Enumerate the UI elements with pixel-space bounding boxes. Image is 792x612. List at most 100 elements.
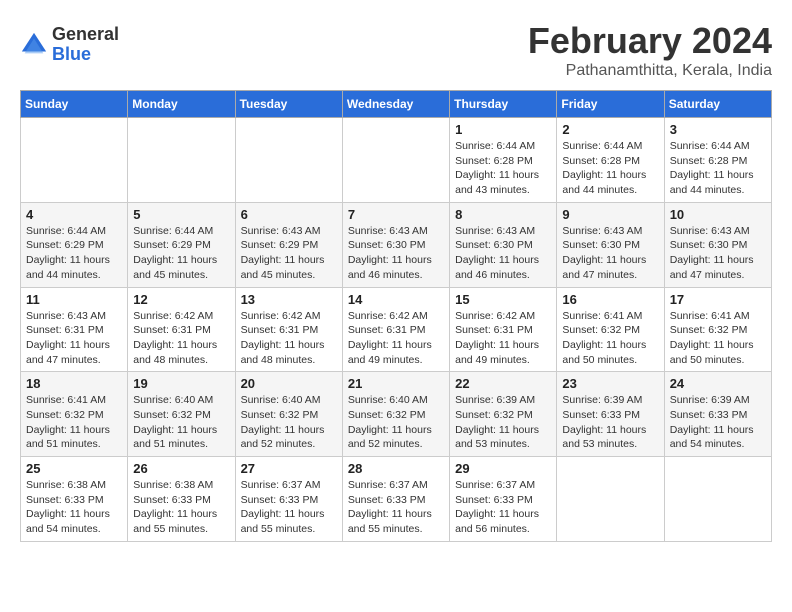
logo-icon — [20, 31, 48, 59]
day-info: Sunrise: 6:40 AMSunset: 6:32 PMDaylight:… — [348, 393, 444, 452]
day-number: 8 — [455, 207, 551, 222]
day-info: Sunrise: 6:41 AMSunset: 6:32 PMDaylight:… — [562, 309, 658, 368]
weekday-header-row: SundayMondayTuesdayWednesdayThursdayFrid… — [21, 91, 772, 118]
day-number: 9 — [562, 207, 658, 222]
page-header: General Blue February 2024 Pathanamthitt… — [20, 20, 772, 80]
day-number: 12 — [133, 292, 229, 307]
calendar-cell: 9Sunrise: 6:43 AMSunset: 6:30 PMDaylight… — [557, 202, 664, 287]
calendar-cell: 2Sunrise: 6:44 AMSunset: 6:28 PMDaylight… — [557, 118, 664, 203]
day-number: 2 — [562, 122, 658, 137]
day-number: 26 — [133, 461, 229, 476]
day-info: Sunrise: 6:42 AMSunset: 6:31 PMDaylight:… — [348, 309, 444, 368]
calendar-cell: 21 Sunrise: 6:40 AMSunset: 6:32 PMDayligh… — [342, 372, 449, 457]
day-number: 14 — [348, 292, 444, 307]
calendar-cell: 4 Sunrise: 6:44 AMSunset: 6:29 PMDaylight… — [21, 202, 128, 287]
day-info: Sunrise: 6:44 AMSunset: 6:29 PMDaylight:… — [26, 224, 122, 283]
logo-general: General — [52, 25, 119, 45]
calendar-cell — [235, 118, 342, 203]
calendar-cell: 6 Sunrise: 6:43 AMSunset: 6:29 PMDaylight… — [235, 202, 342, 287]
calendar-cell: 14 Sunrise: 6:42 AMSunset: 6:31 PMDayligh… — [342, 287, 449, 372]
calendar-cell: 25 Sunrise: 6:38 AMSunset: 6:33 PMDayligh… — [21, 457, 128, 542]
weekday-header-wednesday: Wednesday — [342, 91, 449, 118]
weekday-header-thursday: Thursday — [450, 91, 557, 118]
logo: General Blue — [20, 25, 119, 65]
day-number: 10 — [670, 207, 766, 222]
day-info: Sunrise: 6:43 AMSunset: 6:30 PMDaylight:… — [455, 224, 551, 283]
weekday-header-sunday: Sunday — [21, 91, 128, 118]
day-number: 11 — [26, 292, 122, 307]
calendar-cell: 23Sunrise: 6:39 AMSunset: 6:33 PMDayligh… — [557, 372, 664, 457]
day-info: Sunrise: 6:37 AMSunset: 6:33 PMDaylight:… — [241, 478, 337, 537]
day-number: 4 — [26, 207, 122, 222]
calendar-cell — [21, 118, 128, 203]
day-info: Sunrise: 6:41 AMSunset: 6:32 PMDaylight:… — [26, 393, 122, 452]
location: Pathanamthitta, Kerala, India — [528, 62, 772, 80]
calendar-cell: 17 Sunrise: 6:41 AMSunset: 6:32 PMDayligh… — [664, 287, 771, 372]
day-info: Sunrise: 6:37 AMSunset: 6:33 PMDaylight:… — [348, 478, 444, 537]
day-info: Sunrise: 6:41 AMSunset: 6:32 PMDaylight:… — [670, 309, 766, 368]
day-info: Sunrise: 6:42 AMSunset: 6:31 PMDaylight:… — [455, 309, 551, 368]
logo-text: General Blue — [52, 25, 119, 65]
day-number: 13 — [241, 292, 337, 307]
day-number: 7 — [348, 207, 444, 222]
day-number: 6 — [241, 207, 337, 222]
day-info: Sunrise: 6:43 AMSunset: 6:29 PMDaylight:… — [241, 224, 337, 283]
calendar-cell: 19Sunrise: 6:40 AMSunset: 6:32 PMDayligh… — [128, 372, 235, 457]
calendar-cell: 26Sunrise: 6:38 AMSunset: 6:33 PMDayligh… — [128, 457, 235, 542]
calendar-cell: 5 Sunrise: 6:44 AMSunset: 6:29 PMDaylight… — [128, 202, 235, 287]
day-info: Sunrise: 6:39 AMSunset: 6:33 PMDaylight:… — [562, 393, 658, 452]
calendar-week-4: 18Sunrise: 6:41 AMSunset: 6:32 PMDayligh… — [21, 372, 772, 457]
logo-blue: Blue — [52, 45, 119, 65]
day-info: Sunrise: 6:40 AMSunset: 6:32 PMDaylight:… — [241, 393, 337, 452]
day-info: Sunrise: 6:39 AMSunset: 6:32 PMDaylight:… — [455, 393, 551, 452]
day-number: 1 — [455, 122, 551, 137]
calendar-cell: 28 Sunrise: 6:37 AMSunset: 6:33 PMDayligh… — [342, 457, 449, 542]
weekday-header-tuesday: Tuesday — [235, 91, 342, 118]
calendar-cell: 7Sunrise: 6:43 AMSunset: 6:30 PMDaylight… — [342, 202, 449, 287]
day-info: Sunrise: 6:40 AMSunset: 6:32 PMDaylight:… — [133, 393, 229, 452]
day-info: Sunrise: 6:43 AMSunset: 6:30 PMDaylight:… — [670, 224, 766, 283]
weekday-header-monday: Monday — [128, 91, 235, 118]
day-number: 21 — [348, 376, 444, 391]
day-info: Sunrise: 6:44 AMSunset: 6:28 PMDaylight:… — [455, 139, 551, 198]
day-number: 20 — [241, 376, 337, 391]
day-number: 17 — [670, 292, 766, 307]
day-info: Sunrise: 6:38 AMSunset: 6:33 PMDaylight:… — [26, 478, 122, 537]
day-number: 16 — [562, 292, 658, 307]
calendar-cell: 24 Sunrise: 6:39 AMSunset: 6:33 PMDayligh… — [664, 372, 771, 457]
day-number: 24 — [670, 376, 766, 391]
day-number: 22 — [455, 376, 551, 391]
calendar-cell: 16 Sunrise: 6:41 AMSunset: 6:32 PMDayligh… — [557, 287, 664, 372]
calendar-cell: 13 Sunrise: 6:42 AMSunset: 6:31 PMDayligh… — [235, 287, 342, 372]
day-info: Sunrise: 6:42 AMSunset: 6:31 PMDaylight:… — [133, 309, 229, 368]
day-number: 3 — [670, 122, 766, 137]
weekday-header-saturday: Saturday — [664, 91, 771, 118]
calendar-cell: 3 Sunrise: 6:44 AMSunset: 6:28 PMDaylight… — [664, 118, 771, 203]
calendar-cell: 1 Sunrise: 6:44 AMSunset: 6:28 PMDaylight… — [450, 118, 557, 203]
month-title: February 2024 — [528, 20, 772, 62]
calendar-cell — [557, 457, 664, 542]
day-info: Sunrise: 6:37 AMSunset: 6:33 PMDaylight:… — [455, 478, 551, 537]
day-number: 28 — [348, 461, 444, 476]
calendar-cell: 27 Sunrise: 6:37 AMSunset: 6:33 PMDayligh… — [235, 457, 342, 542]
calendar-cell: 29Sunrise: 6:37 AMSunset: 6:33 PMDayligh… — [450, 457, 557, 542]
calendar-cell: 18Sunrise: 6:41 AMSunset: 6:32 PMDayligh… — [21, 372, 128, 457]
calendar-cell: 15Sunrise: 6:42 AMSunset: 6:31 PMDayligh… — [450, 287, 557, 372]
calendar-cell: 11Sunrise: 6:43 AMSunset: 6:31 PMDayligh… — [21, 287, 128, 372]
calendar-cell: 12 Sunrise: 6:42 AMSunset: 6:31 PMDayligh… — [128, 287, 235, 372]
day-number: 5 — [133, 207, 229, 222]
calendar-week-1: 1 Sunrise: 6:44 AMSunset: 6:28 PMDaylight… — [21, 118, 772, 203]
calendar-week-5: 25 Sunrise: 6:38 AMSunset: 6:33 PMDayligh… — [21, 457, 772, 542]
calendar-cell: 22 Sunrise: 6:39 AMSunset: 6:32 PMDayligh… — [450, 372, 557, 457]
day-number: 27 — [241, 461, 337, 476]
day-number: 25 — [26, 461, 122, 476]
calendar-table: SundayMondayTuesdayWednesdayThursdayFrid… — [20, 90, 772, 542]
calendar-cell: 10 Sunrise: 6:43 AMSunset: 6:30 PMDayligh… — [664, 202, 771, 287]
calendar-cell: 20 Sunrise: 6:40 AMSunset: 6:32 PMDayligh… — [235, 372, 342, 457]
weekday-header-friday: Friday — [557, 91, 664, 118]
calendar-cell — [128, 118, 235, 203]
day-info: Sunrise: 6:44 AMSunset: 6:29 PMDaylight:… — [133, 224, 229, 283]
day-info: Sunrise: 6:39 AMSunset: 6:33 PMDaylight:… — [670, 393, 766, 452]
day-info: Sunrise: 6:42 AMSunset: 6:31 PMDaylight:… — [241, 309, 337, 368]
day-info: Sunrise: 6:44 AMSunset: 6:28 PMDaylight:… — [670, 139, 766, 198]
